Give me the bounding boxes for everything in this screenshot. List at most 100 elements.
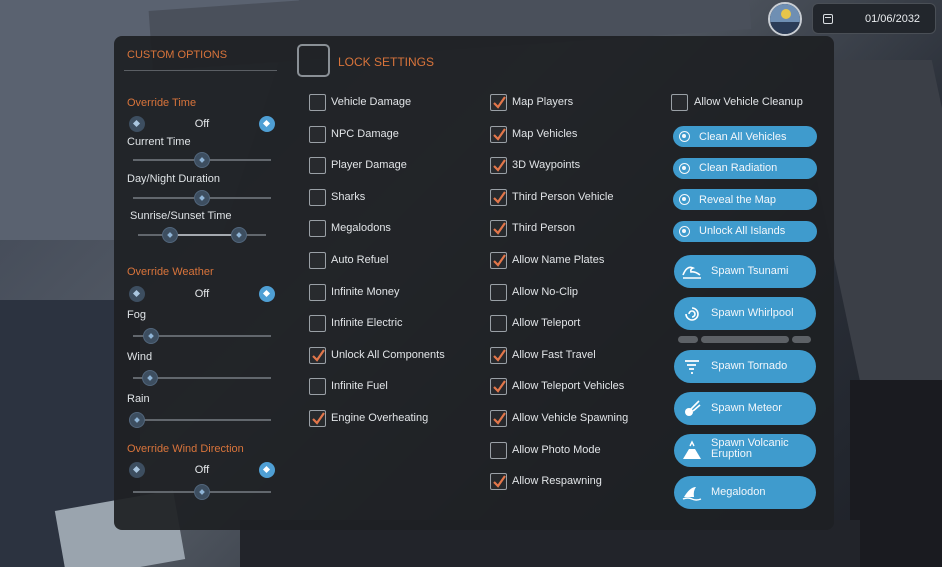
override-wind-direction-label: Override Wind Direction bbox=[127, 443, 244, 455]
col2-label: Map Players bbox=[512, 96, 574, 108]
fog-label: Fog bbox=[127, 309, 146, 321]
sunrise-sunset-label: Sunrise/Sunset Time bbox=[130, 210, 232, 222]
radio-icon bbox=[679, 131, 690, 142]
meteor-icon bbox=[680, 397, 704, 421]
override-wind-direction-next-button[interactable] bbox=[259, 462, 275, 478]
col2-checkbox[interactable] bbox=[490, 378, 507, 396]
override-wind-direction-prev-button[interactable] bbox=[129, 462, 145, 478]
sunset-handle[interactable] bbox=[231, 227, 248, 243]
wind-slider-handle[interactable] bbox=[141, 370, 158, 386]
col1-checkbox[interactable] bbox=[309, 346, 326, 364]
wind-direction-slider-handle[interactable] bbox=[194, 484, 210, 500]
spawn-button[interactable]: Megalodon bbox=[674, 476, 816, 509]
col1-label: Infinite Money bbox=[331, 285, 400, 298]
override-wind-direction-value: Off bbox=[194, 464, 210, 476]
override-weather-label: Override Weather bbox=[127, 266, 214, 278]
override-time-next-button[interactable] bbox=[259, 116, 275, 132]
action-button-label: Reveal the Map bbox=[699, 193, 777, 206]
col2-checkbox[interactable] bbox=[490, 441, 507, 459]
col2-checkbox[interactable] bbox=[490, 346, 507, 364]
spawn-button-label: Spawn Meteor bbox=[711, 402, 782, 414]
action-button[interactable]: Clean All Vehicles bbox=[673, 126, 817, 147]
settings-panel: CUSTOM OPTIONS Override Time Off Current… bbox=[114, 36, 834, 530]
col2-checkbox[interactable] bbox=[490, 157, 507, 175]
shark-fin-icon bbox=[680, 481, 704, 505]
col2-checkbox[interactable] bbox=[490, 94, 507, 111]
current-time-slider-handle[interactable] bbox=[194, 152, 210, 168]
wave-icon bbox=[680, 260, 704, 284]
current-time-label: Current Time bbox=[127, 136, 191, 148]
time-of-day-icon bbox=[768, 2, 802, 36]
wind-label: Wind bbox=[127, 351, 153, 363]
rain-slider-handle[interactable] bbox=[129, 412, 146, 428]
col2-checkbox[interactable] bbox=[490, 473, 507, 491]
col2-label: 3D Waypoints bbox=[512, 159, 581, 172]
col1-checkbox[interactable] bbox=[309, 157, 326, 175]
col1-label: Auto Refuel bbox=[331, 254, 389, 266]
col2-checkbox[interactable] bbox=[490, 283, 507, 301]
override-time-label: Override Time bbox=[127, 97, 197, 109]
col1-checkbox[interactable] bbox=[309, 378, 326, 396]
col2-checkbox[interactable] bbox=[490, 315, 507, 333]
action-button[interactable]: Unlock All Islands bbox=[673, 220, 817, 242]
vehicle-cleanup-checkbox[interactable] bbox=[671, 94, 688, 111]
spawn-button-label: Spawn Volcanic Eruption bbox=[711, 437, 789, 460]
col2-label: Allow Teleport bbox=[512, 317, 581, 330]
spawn-button[interactable]: Spawn Tornado bbox=[674, 350, 816, 383]
col1-label: Engine Overheating bbox=[331, 412, 429, 424]
col1-checkbox[interactable] bbox=[309, 283, 326, 301]
calendar-icon bbox=[823, 13, 833, 24]
day-night-duration-slider-handle[interactable] bbox=[194, 190, 210, 206]
col2-checkbox[interactable] bbox=[490, 410, 507, 427]
col1-checkbox[interactable] bbox=[309, 252, 326, 269]
action-button-label: Clean All Vehicles bbox=[699, 130, 787, 143]
action-button-label: Unlock All Islands bbox=[699, 225, 786, 238]
spawn-button-label: Megalodon bbox=[711, 486, 766, 498]
sunrise-handle[interactable] bbox=[162, 227, 178, 243]
col1-label: Infinite Electric bbox=[331, 317, 403, 330]
action-button[interactable]: Clean Radiation bbox=[673, 157, 817, 179]
spawn-divider-segment bbox=[678, 336, 698, 343]
col1-checkbox[interactable] bbox=[309, 220, 326, 238]
col2-checkbox[interactable] bbox=[490, 220, 507, 238]
action-button[interactable]: Reveal the Map bbox=[673, 189, 817, 211]
spawn-button[interactable]: Spawn Whirlpool bbox=[674, 297, 816, 330]
radio-icon bbox=[679, 162, 690, 174]
col2-label: Allow Photo Mode bbox=[512, 443, 601, 456]
spawn-button[interactable]: Spawn Volcanic Eruption bbox=[674, 434, 816, 467]
vehicle-cleanup-label: Allow Vehicle Cleanup bbox=[694, 96, 803, 108]
col2-checkbox[interactable] bbox=[490, 188, 507, 206]
col1-checkbox[interactable] bbox=[309, 315, 326, 333]
col2-checkbox[interactable] bbox=[490, 252, 507, 269]
col2-label: Allow Vehicle Spawning bbox=[512, 412, 629, 424]
override-weather-prev-button[interactable] bbox=[129, 286, 145, 302]
col2-checkbox[interactable] bbox=[490, 125, 507, 143]
volcano-icon bbox=[680, 439, 704, 463]
col1-checkbox[interactable] bbox=[309, 188, 326, 206]
col1-checkbox[interactable] bbox=[309, 94, 326, 111]
spawn-button-label: Spawn Tornado bbox=[711, 360, 788, 372]
override-time-value: Off bbox=[194, 118, 210, 130]
col1-checkbox[interactable] bbox=[309, 125, 326, 143]
col1-label: Player Damage bbox=[331, 159, 407, 172]
spawn-button[interactable]: Spawn Meteor bbox=[674, 392, 816, 425]
override-weather-next-button[interactable] bbox=[259, 286, 275, 302]
col1-checkbox[interactable] bbox=[309, 410, 326, 427]
spawn-button[interactable]: Spawn Tsunami bbox=[674, 255, 816, 288]
col2-label: Allow No-Clip bbox=[512, 285, 579, 298]
custom-options-title: CUSTOM OPTIONS bbox=[127, 49, 228, 61]
date-text: 01/06/2032 bbox=[865, 13, 921, 25]
day-night-duration-label: Day/Night Duration bbox=[127, 173, 220, 185]
col1-label: Infinite Fuel bbox=[331, 380, 388, 393]
divider bbox=[124, 70, 277, 71]
override-time-prev-button[interactable] bbox=[129, 116, 145, 132]
date-display: 01/06/2032 bbox=[812, 3, 936, 34]
rain-slider[interactable] bbox=[133, 419, 271, 421]
col1-label: Unlock All Components bbox=[331, 348, 445, 361]
fog-slider-handle[interactable] bbox=[142, 328, 159, 344]
spawn-divider-segment bbox=[701, 336, 789, 343]
lock-settings-checkbox[interactable] bbox=[297, 44, 330, 77]
sunrise-sunset-range bbox=[170, 234, 240, 236]
col1-label: Sharks bbox=[331, 190, 366, 203]
col2-label: Allow Respawning bbox=[512, 475, 602, 488]
